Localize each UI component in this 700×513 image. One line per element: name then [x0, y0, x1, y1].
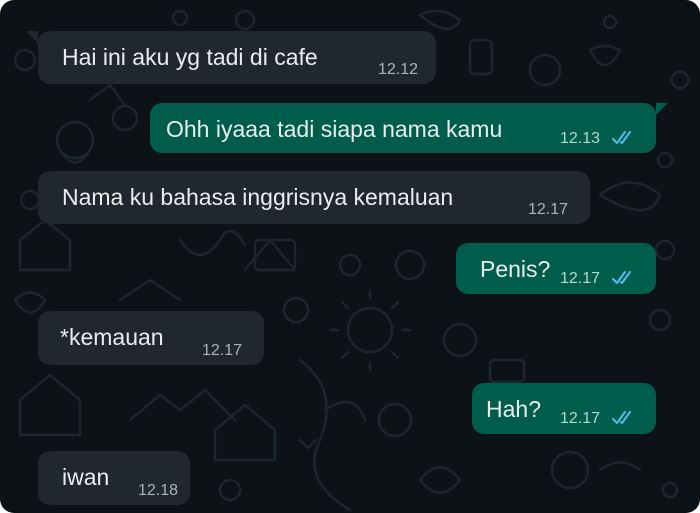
- message-text: *kemauan: [60, 324, 164, 350]
- message-text: Hah?: [486, 396, 541, 422]
- message-text: Penis?: [480, 256, 551, 282]
- message-bubble-incoming[interactable]: iwan 12.18: [38, 451, 190, 505]
- message-time: 12.17: [528, 201, 569, 218]
- message-time: 12.17: [202, 342, 243, 359]
- message-bubble-outgoing[interactable]: Ohh iyaaa tadi siapa nama kamu 12.13: [150, 103, 656, 153]
- double-check-read-icon: [612, 271, 631, 284]
- message-bubble-outgoing[interactable]: Hah? 12.17: [472, 383, 656, 434]
- message-text: Nama ku bahasa inggrisnya kemaluan: [62, 184, 454, 210]
- message-time: 12.17: [560, 410, 601, 427]
- double-check-read-icon: [612, 131, 631, 144]
- message-bubble-incoming[interactable]: Hai ini aku yg tadi di cafe 12.12: [38, 31, 436, 84]
- message-time: 12.18: [138, 482, 179, 499]
- message-text: Hai ini aku yg tadi di cafe: [62, 44, 318, 70]
- message-bubble-incoming[interactable]: *kemauan 12.17: [38, 311, 264, 365]
- message-time: 12.12: [378, 61, 419, 78]
- outgoing-bubble-tail: [656, 103, 668, 115]
- message-text: iwan: [62, 464, 110, 490]
- message-text: Ohh iyaaa tadi siapa nama kamu: [166, 116, 503, 142]
- double-check-read-icon: [612, 411, 631, 424]
- chat-conversation[interactable]: Hai ini aku yg tadi di cafe 12.12 Ohh iy…: [0, 0, 700, 513]
- message-bubble-outgoing[interactable]: Penis? 12.17: [456, 243, 656, 294]
- message-time: 12.13: [560, 130, 601, 147]
- message-bubble-incoming[interactable]: Nama ku bahasa inggrisnya kemaluan 12.17: [38, 171, 590, 224]
- message-time: 12.17: [560, 270, 601, 287]
- incoming-bubble-tail: [26, 31, 38, 43]
